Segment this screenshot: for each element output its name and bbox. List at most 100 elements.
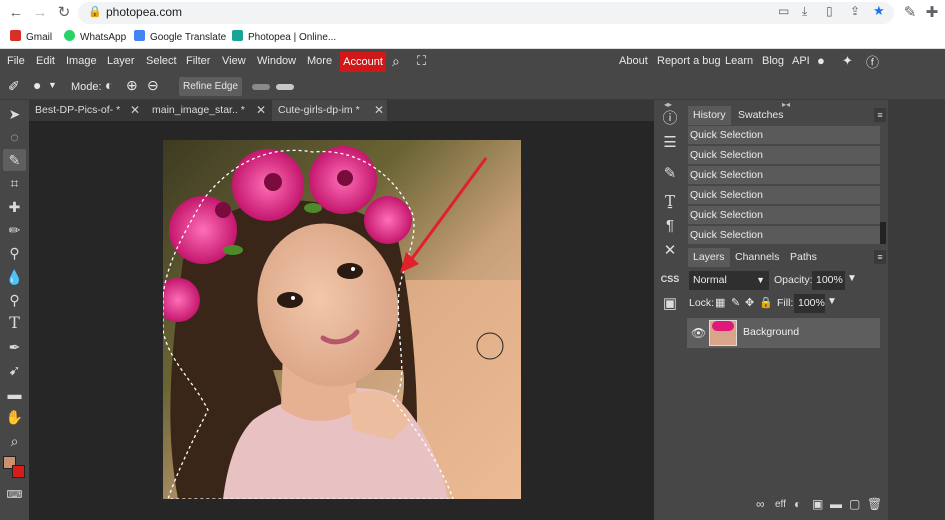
opacity-field[interactable]: 100% xyxy=(812,271,845,290)
image-icon[interactable]: ▣ xyxy=(657,293,683,315)
quick-selection-tool-icon[interactable]: ✎ xyxy=(3,149,26,171)
chevron-down-icon[interactable]: ▼ xyxy=(48,80,57,90)
menu-about[interactable]: About xyxy=(619,55,648,67)
bookmark-whatsapp[interactable]: WhatsApp xyxy=(64,30,126,43)
tab-main-image[interactable]: main_image_star.. * xyxy=(146,100,270,121)
auto-enhance-toggle[interactable] xyxy=(252,84,270,90)
menu-select[interactable]: Select xyxy=(146,55,177,67)
tab-swatches[interactable]: Swatches xyxy=(733,106,789,125)
panel-menu-icon[interactable]: ≡ xyxy=(874,250,886,264)
new-selection-mode-icon[interactable]: ◐ xyxy=(105,77,113,93)
menu-window[interactable]: Window xyxy=(257,55,296,67)
info-icon[interactable]: ⓘ xyxy=(657,108,683,130)
lock-position-icon[interactable]: ✥ xyxy=(745,296,754,309)
layer-row-background[interactable]: 👁 Background xyxy=(687,318,880,348)
refine-edge-button[interactable]: Refine Edge xyxy=(179,77,242,96)
extensions-icon[interactable]: ✚ xyxy=(922,3,942,23)
background-color-swatch[interactable] xyxy=(12,465,25,478)
history-row[interactable]: Quick Selection xyxy=(688,146,880,165)
subtract-from-selection-icon[interactable]: ⊖ xyxy=(147,77,159,94)
history-row[interactable]: Quick Selection xyxy=(688,126,880,145)
tab-best-dp-pics[interactable]: Best-DP-Pics-of- * xyxy=(29,100,146,121)
menu-more[interactable]: More xyxy=(307,55,332,67)
lock-pixels-icon[interactable]: ✎ xyxy=(731,296,740,309)
tab-layers[interactable]: Layers xyxy=(688,248,730,267)
quick-selection-tool-icon[interactable]: ✐ xyxy=(8,78,20,95)
keyboard-icon[interactable]: ⌨ xyxy=(3,484,26,506)
crop-tool-icon[interactable]: ⌗ xyxy=(3,172,26,194)
add-to-selection-icon[interactable]: ⊕ xyxy=(126,77,138,94)
forward-arrow-icon[interactable]: → xyxy=(30,3,50,23)
twitter-icon[interactable]: ✦ xyxy=(842,53,853,69)
pen-tool-icon[interactable]: ✒ xyxy=(3,336,26,358)
spot-healing-tool-icon[interactable]: ✚ xyxy=(3,196,26,218)
tab-channels[interactable]: Channels xyxy=(730,248,784,267)
facebook-icon[interactable]: ⓕ xyxy=(866,52,879,71)
hand-tool-icon[interactable]: ✋ xyxy=(3,406,26,428)
fullscreen-icon[interactable]: ⛶ xyxy=(417,53,426,69)
layer-mask-icon[interactable]: ▣ xyxy=(812,497,823,511)
path-selection-tool-icon[interactable]: ➹ xyxy=(3,359,26,381)
close-tab-icon[interactable]: ✕ xyxy=(374,100,384,121)
rectangle-tool-icon[interactable]: ▬ xyxy=(3,383,26,405)
css-icon[interactable]: CSS xyxy=(657,268,683,290)
tab-cute-girls-dp[interactable]: Cute-girls-dp-im * xyxy=(272,100,387,121)
delete-layer-icon[interactable]: 🗑 xyxy=(867,497,882,511)
move-tool-icon[interactable]: ➤ xyxy=(3,103,26,125)
dodge-tool-icon[interactable]: ⚲ xyxy=(3,289,26,311)
reddit-icon[interactable]: ● xyxy=(817,53,825,68)
paragraph-icon[interactable]: ¶ xyxy=(657,215,683,237)
zoom-tool-icon[interactable]: ⌕ xyxy=(3,430,26,452)
menu-image[interactable]: Image xyxy=(66,55,97,67)
brush-tool-icon[interactable]: ✏ xyxy=(3,219,26,241)
menu-edit[interactable]: Edit xyxy=(36,55,55,67)
sample-all-layers-toggle[interactable] xyxy=(276,84,294,90)
lasso-tool-icon[interactable]: ◌ xyxy=(3,126,26,148)
blur-tool-icon[interactable]: 💧 xyxy=(3,266,26,288)
menu-layer[interactable]: Layer xyxy=(107,55,135,67)
chevron-down-icon[interactable]: ▼ xyxy=(827,296,837,307)
lock-all-icon[interactable]: 🔒 xyxy=(759,296,773,309)
brush-size-icon[interactable]: ● xyxy=(33,77,41,93)
bookmark-google-translate[interactable]: Google Translate xyxy=(134,30,226,43)
history-row[interactable]: Quick Selection xyxy=(688,226,880,245)
menu-learn[interactable]: Learn xyxy=(725,55,753,67)
share-icon[interactable]: ⇪ xyxy=(850,4,860,18)
history-scrollbar[interactable] xyxy=(880,222,886,244)
bookmark-gmail[interactable]: Gmail xyxy=(10,30,52,43)
image-canvas[interactable] xyxy=(163,140,521,499)
history-row[interactable]: Quick Selection xyxy=(688,166,880,185)
star-icon[interactable]: ★ xyxy=(873,3,885,19)
new-layer-icon[interactable]: ▢ xyxy=(849,497,860,511)
clone-stamp-tool-icon[interactable]: ⚲ xyxy=(3,242,26,264)
back-arrow-icon[interactable]: ← xyxy=(6,3,26,23)
eyedropper-extension-icon[interactable]: ✎ xyxy=(900,3,920,23)
eye-visibility-icon[interactable]: 👁 xyxy=(691,326,706,340)
menu-account[interactable]: Account xyxy=(340,52,386,72)
character-icon[interactable]: Ṯ xyxy=(657,190,683,212)
lock-transparency-icon[interactable]: ▦ xyxy=(715,296,725,309)
adjustments-icon[interactable]: ☰ xyxy=(657,132,683,154)
menu-file[interactable]: File xyxy=(7,55,25,67)
type-tool-icon[interactable]: T xyxy=(3,312,26,334)
menu-filter[interactable]: Filter xyxy=(186,55,210,67)
adjustment-layer-icon[interactable]: ◐ xyxy=(794,497,801,511)
close-tab-icon[interactable]: ✕ xyxy=(130,100,140,121)
menu-blog[interactable]: Blog xyxy=(762,55,784,67)
search-icon[interactable]: ⌕ xyxy=(392,53,400,70)
tools-icon[interactable]: ✕ xyxy=(657,240,683,262)
tab-paths[interactable]: Paths xyxy=(785,248,822,267)
new-group-icon[interactable]: ▬ xyxy=(830,497,842,511)
close-tab-icon[interactable]: ✕ xyxy=(256,100,266,121)
panel-menu-icon[interactable]: ≡ xyxy=(874,108,886,122)
brush-settings-icon[interactable]: ✎ xyxy=(657,163,683,185)
menu-report-bug[interactable]: Report a bug xyxy=(657,55,721,67)
download-icon[interactable]: ⤓ xyxy=(802,4,807,19)
menu-api[interactable]: API xyxy=(792,55,810,67)
history-row[interactable]: Quick Selection xyxy=(688,206,880,225)
bookmark-photopea[interactable]: Photopea | Online... xyxy=(232,30,336,43)
link-layers-icon[interactable]: ∞ xyxy=(756,497,765,511)
cast-icon[interactable]: ▭ xyxy=(778,4,789,18)
tab-history[interactable]: History xyxy=(688,106,731,125)
fill-field[interactable]: 100% xyxy=(794,294,825,313)
